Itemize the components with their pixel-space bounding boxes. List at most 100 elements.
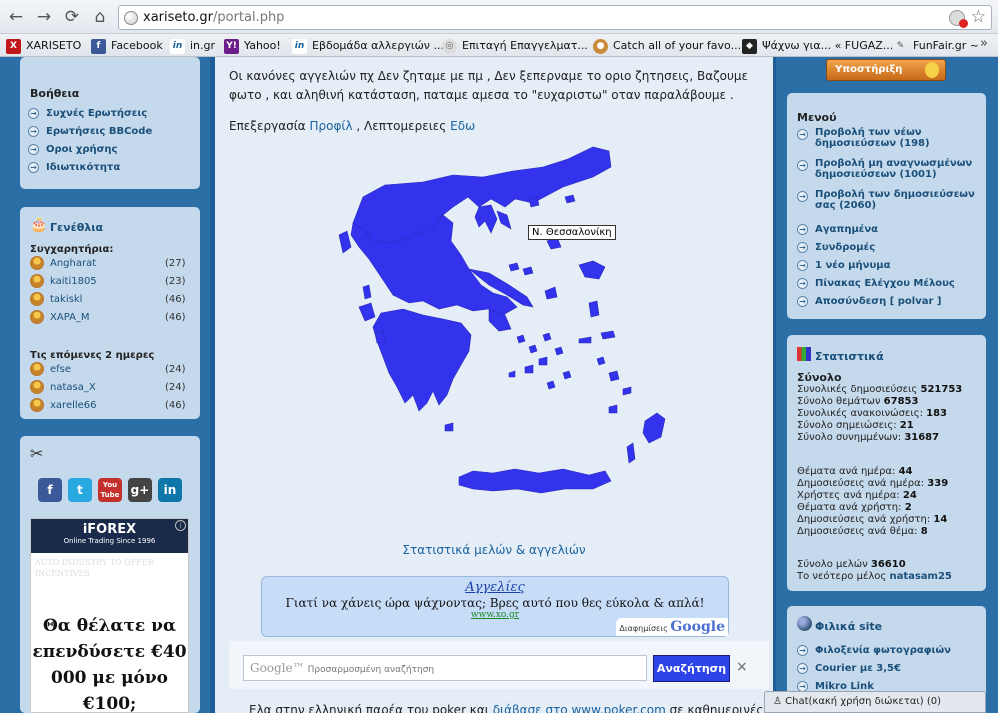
map-region-chios xyxy=(588,300,600,318)
arrow-circle-icon: → xyxy=(28,161,39,173)
stats-line: Δημοσιεύσεις ανά ημέρα: 339 xyxy=(797,478,949,489)
close-icon[interactable]: × xyxy=(736,659,748,675)
address-bar[interactable]: xariseto.gr/portal.php ☆ xyxy=(118,5,992,30)
map-region-samos xyxy=(600,330,616,340)
poker-text: Ελα στην ελληνική παρέα του poker και δι… xyxy=(249,703,763,713)
edit-line: Επεξεργασία Προφίλ , Λεπτομερειες Εδω xyxy=(229,119,476,133)
map-region-thassos xyxy=(528,196,540,208)
friends-link-photos[interactable]: → Φιλοξενία φωτογραφιών xyxy=(797,641,951,659)
cake-icon: 🎂 xyxy=(30,217,48,233)
stats-line: Συνολικές ανακοινώσεις: 183 xyxy=(797,408,948,419)
greece-map[interactable]: Ν. Θεσσαλονίκη xyxy=(293,137,693,517)
poker-link-site[interactable]: www.poker.com xyxy=(571,703,665,713)
bookmarks-overflow-chevron[interactable]: » xyxy=(980,36,988,51)
twitter-share-icon[interactable]: t xyxy=(68,478,92,502)
bar-chart-icon xyxy=(797,347,811,361)
ads-rules-text: Οι κανόνες αγγελιών πχ Δεν ζηταμε με πμ … xyxy=(229,69,749,102)
user-icon xyxy=(30,380,44,394)
user-icon xyxy=(30,256,44,270)
google-ad-box[interactable]: Αγγελίες Γιατί να χάνεις ώρα ψάχνοντας; … xyxy=(261,576,729,637)
help-link-faq[interactable]: → Συχνές Ερωτήσεις xyxy=(28,104,152,122)
iforex-ad[interactable]: iFOREX Online Trading Since 1996 AUTO IN… xyxy=(30,518,189,713)
facebook-share-icon[interactable]: f xyxy=(38,478,62,502)
birthday-user-row: efse (24) xyxy=(30,360,200,378)
bookmark-allergies[interactable]: in Εβδομάδα αλλεργιών ... xyxy=(292,38,444,54)
chat-bar[interactable]: ♙ Chat(κακή χρήση διώκεται) (0) xyxy=(764,691,986,713)
yahoo-icon: Y! xyxy=(224,38,239,54)
map-region-chalkidiki xyxy=(474,204,498,234)
menu-item-unread-posts[interactable]: → Προβολή μη αναγνωσμένων δημοσιεύσεων (1… xyxy=(797,158,981,180)
menu-item-favorites[interactable]: → Αγαπημένα xyxy=(797,220,981,238)
google-plus-share-icon[interactable]: g+ xyxy=(128,478,152,502)
map-region-samothrace xyxy=(564,194,576,204)
linkedin-share-icon[interactable]: in xyxy=(158,478,182,502)
help-link-bbcode[interactable]: → Ερωτήσεις BBCode xyxy=(28,122,152,140)
bookmark-yahoo[interactable]: Y! Yahoo! xyxy=(224,38,281,54)
ad-info-icon[interactable]: i xyxy=(175,520,186,531)
back-arrow-icon[interactable]: ← xyxy=(6,7,26,27)
menu-panel: Μενού → Προβολή των νέων δημοσιεύσεων (19… xyxy=(787,93,986,319)
user-icon xyxy=(30,362,44,376)
iforex-logo: iFOREX xyxy=(82,522,137,537)
support-button[interactable]: Υποστήριξη xyxy=(826,59,946,81)
menu-item-new-message[interactable]: → 1 νέο μήνυμα xyxy=(797,256,981,274)
bookmark-catch-all[interactable]: ● Catch all of your favo... xyxy=(593,38,741,54)
statistics-panel: Στατιστικά Σύνολο Συνολικές δημοσιεύσεις… xyxy=(787,335,986,591)
stats-line: Σύνολο θεμάτων 67853 xyxy=(797,396,919,407)
reload-icon[interactable]: ⟳ xyxy=(62,7,82,27)
user-icon xyxy=(30,310,44,324)
ad-credit[interactable]: Διαφημίσεις Google xyxy=(616,618,728,636)
iforex-header: iFOREX Online Trading Since 1996 xyxy=(31,519,188,553)
arrow-circle-icon: → xyxy=(797,191,808,202)
greece-map-svg[interactable] xyxy=(293,137,693,517)
custom-search-input[interactable]: Google™ Προσαρμοσμένη αναζήτηση xyxy=(243,655,647,681)
help-link-privacy[interactable]: → Ιδιωτικότητα xyxy=(28,158,152,176)
globe-icon: ◎ xyxy=(442,38,457,54)
bookmark-in-gr[interactable]: in in.gr xyxy=(170,38,215,54)
menu-item-new-posts[interactable]: → Προβολή των νέων δημοσιεύσεων (198) xyxy=(797,127,981,149)
bookmark-star-icon[interactable]: ☆ xyxy=(971,7,986,27)
birthday-user-row: takiskl (46) xyxy=(30,290,200,308)
bookmark-fugaz[interactable]: ◆ Ψάχνω για... « FUGAZ... xyxy=(742,38,893,54)
menu-item-your-posts[interactable]: → Προβολή των δημοσιεύσεων σας (2060) xyxy=(797,189,981,211)
menu-item-control-panel[interactable]: → Πίνακας Ελέγχου Μέλους xyxy=(797,274,981,292)
arrow-circle-icon: → xyxy=(797,277,808,289)
arrow-circle-icon: → xyxy=(797,644,808,656)
newest-member-link[interactable]: natasam25 xyxy=(889,571,951,582)
stats-averages: Θέματα ανά ημέρα: 44 Δημοσιεύσεις ανά ημ… xyxy=(797,466,948,538)
user-icon xyxy=(30,292,44,306)
map-region-lesvos xyxy=(578,260,606,280)
map-region-dodecanese xyxy=(596,356,632,414)
youtube-share-icon[interactable]: You Tube xyxy=(98,478,122,502)
map-region-peloponnese xyxy=(372,308,472,412)
ad-title[interactable]: Αγγελίες xyxy=(262,580,728,595)
iforex-ad-text: Θα θέλατε να επενδύσετε €40 000 με μόνο … xyxy=(32,616,187,713)
bookmark-facebook[interactable]: f Facebook xyxy=(91,38,163,54)
birthday-user-row: kaiti1805 (23) xyxy=(30,272,200,290)
stats-line: Σύνολο συνημμένων: 31687 xyxy=(797,432,940,443)
members-stats-link[interactable]: Στατιστικά μελών & αγγελιών xyxy=(215,543,773,557)
profile-link[interactable]: Προφίλ xyxy=(310,119,353,133)
bookmark-xariseto[interactable]: X XARISETO xyxy=(6,38,81,54)
bookmark-epitagi[interactable]: ◎ Επιταγή Επαγγελματ... xyxy=(442,38,588,54)
stats-line: Δημοσιεύσεις ανά θέμα: 8 xyxy=(797,526,928,537)
arrow-circle-icon: → xyxy=(28,125,39,137)
main-content: Οι κανόνες αγγελιών πχ Δεν ζηταμε με πμ … xyxy=(210,57,776,713)
arrow-circle-icon: → xyxy=(28,143,39,155)
xariseto-icon: X xyxy=(6,38,21,54)
menu-item-subscriptions[interactable]: → Συνδρομές xyxy=(797,238,981,256)
details-link[interactable]: Εδω xyxy=(450,119,475,133)
bookmark-funfair[interactable]: ✎ FunFair.gr ~ xyxy=(893,38,979,54)
home-icon[interactable]: ⌂ xyxy=(90,7,110,27)
extension-icon[interactable] xyxy=(949,10,968,28)
forward-arrow-icon[interactable]: → xyxy=(34,7,54,27)
menu-item-logout[interactable]: → Αποσύνδεση [ polvar ] xyxy=(797,292,981,310)
arrow-circle-icon: → xyxy=(797,680,808,692)
friends-link-courier[interactable]: → Courier με 3,5€ xyxy=(797,659,951,677)
arrow-circle-icon: → xyxy=(797,241,808,253)
poker-link-read[interactable]: διάβασε στο xyxy=(493,703,568,713)
facebook-icon: f xyxy=(91,38,106,54)
menu-list: → Προβολή των νέων δημοσιεύσεων (198) → Πρ… xyxy=(797,127,981,310)
search-button[interactable]: Αναζήτηση xyxy=(653,655,730,682)
help-link-terms[interactable]: → Οροι χρήσης xyxy=(28,140,152,158)
